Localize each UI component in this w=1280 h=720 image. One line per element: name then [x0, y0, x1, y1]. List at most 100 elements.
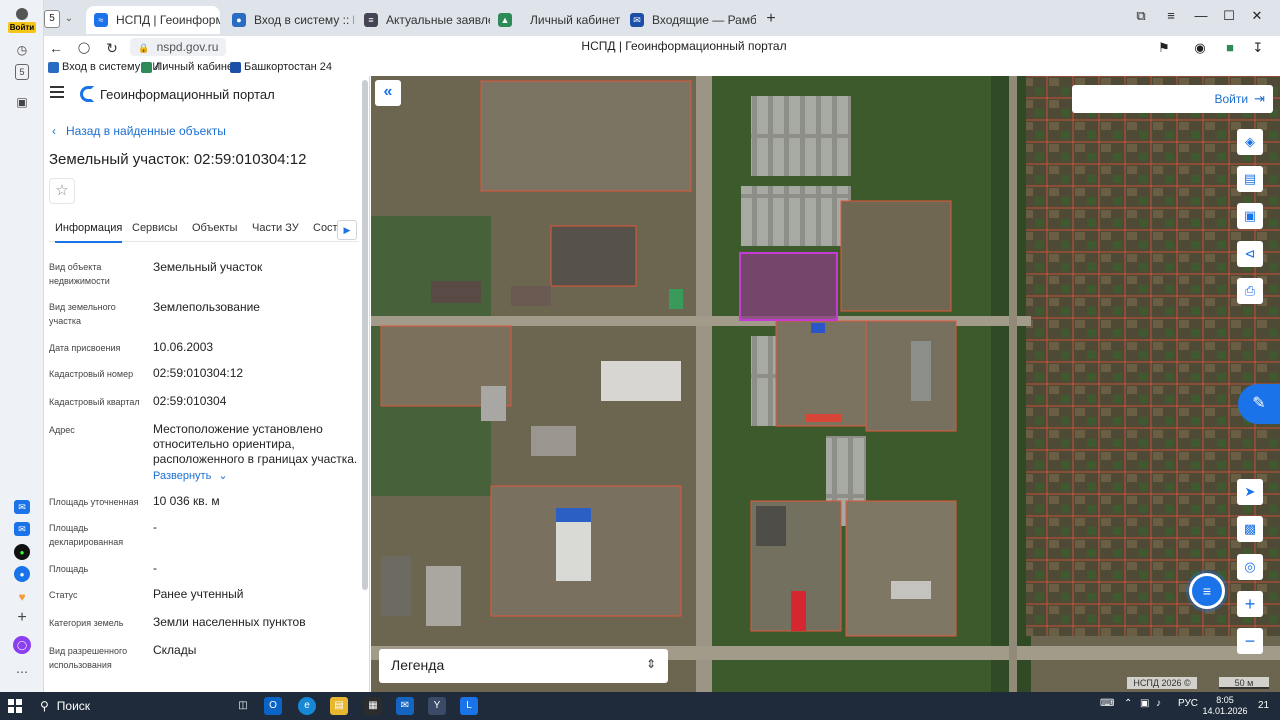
tabs-scroll-right-button[interactable]: ▶ — [337, 220, 357, 240]
collapse-panel-button[interactable]: « — [375, 80, 401, 106]
history-icon[interactable]: ◷ — [12, 40, 32, 60]
field-label: Вид разрешенного использования — [49, 646, 128, 670]
menu-icon[interactable]: ≡ — [1160, 6, 1182, 26]
back-to-results-link[interactable]: ‹ Назад в найденные объекты — [52, 124, 226, 138]
download-icon[interactable]: ↧ — [1248, 38, 1268, 58]
tab-nspd[interactable]: ≈ НСПД | Геоинформаци × — [86, 6, 220, 34]
bookmark-item[interactable]: Личный кабинет — [141, 61, 238, 73]
tab-cabinet[interactable]: ▲ Личный кабинет — [490, 6, 624, 34]
ruler-icon[interactable]: ▤ — [1237, 166, 1263, 192]
layers-icon[interactable]: ◈ — [1237, 129, 1263, 155]
field-value: Земли населенных пунктов — [153, 615, 306, 629]
add-icon[interactable]: + — [12, 608, 32, 628]
doc-favicon-icon: ≡ — [364, 13, 378, 27]
tab-counter[interactable]: 5 — [44, 10, 60, 28]
bookmark-item[interactable]: Башкортостан 24 — [230, 61, 332, 73]
yandex-browser-icon[interactable]: Y — [428, 697, 446, 715]
extension-icon[interactable]: ◉ — [1190, 38, 1210, 58]
mail-icon-2[interactable]: ✉ — [14, 522, 30, 536]
minimize-icon[interactable]: — — [1190, 6, 1212, 26]
field-value: Местоположение установлено относительно … — [153, 422, 358, 466]
yandex-icon[interactable]: ◯ — [74, 38, 94, 58]
extension-icon-2[interactable]: ■ — [1220, 38, 1240, 58]
back-icon[interactable]: ← — [46, 38, 66, 58]
navigate-icon[interactable]: ➤ — [1237, 479, 1263, 505]
field-label: Площадь уточненная — [49, 497, 139, 507]
taskbar-search[interactable]: ⚲ Поиск — [32, 692, 232, 720]
login-badge[interactable]: Войти — [8, 8, 36, 34]
chat-icon[interactable]: ≡ — [1189, 573, 1225, 609]
field-value[interactable]: 02:59:010304:12 — [153, 366, 359, 381]
field-label: Кадастровый номер — [49, 369, 134, 379]
chevron-left-icon: ‹ — [52, 124, 56, 138]
new-tab-button[interactable]: + — [762, 10, 780, 28]
mail-app-icon[interactable]: ✉ — [396, 697, 414, 715]
heart-icon[interactable]: ♥ — [12, 587, 32, 607]
field-address: Адрес Местоположение установлено относит… — [49, 422, 359, 484]
app-icon[interactable]: ● — [14, 544, 30, 560]
notification-count[interactable]: 21 — [1258, 700, 1269, 711]
field-label: Кадастровый квартал — [49, 397, 140, 407]
maximize-icon[interactable]: ☐ — [1218, 6, 1240, 26]
tab-rambler-mail[interactable]: ✉ Входящие — Рамблер/по — [622, 6, 756, 34]
outlook-icon[interactable]: O — [264, 697, 282, 715]
globe-favicon-icon: ● — [232, 13, 246, 27]
back-label: Назад в найденные объекты — [66, 124, 226, 138]
clock[interactable]: 8:05 14.01.2026 — [1200, 695, 1250, 717]
app-icon-2[interactable]: L — [460, 697, 478, 715]
assistant-icon[interactable]: ✎ — [1238, 384, 1280, 424]
url-field[interactable]: 🔒 nspd.gov.ru — [130, 38, 227, 56]
store-icon[interactable]: ▦ — [364, 697, 382, 715]
field-label: Площадь декларированная — [49, 523, 124, 547]
network-icon[interactable]: ▣ — [1140, 698, 1149, 709]
hamburger-menu-icon[interactable] — [50, 86, 64, 98]
tab-title: НСПД | Геоинформаци — [116, 13, 220, 27]
tray-expand-icon[interactable]: ⌃ — [1124, 698, 1132, 709]
field-value[interactable]: 02:59:010304 — [153, 394, 359, 409]
tab-parts[interactable]: Части ЗУ — [252, 222, 299, 234]
nspd-favicon-icon: ≈ — [94, 13, 108, 27]
close-window-icon[interactable]: ✕ — [1246, 6, 1268, 26]
favorite-star-button[interactable]: ☆ — [49, 178, 75, 204]
explorer-icon[interactable]: ▤ — [330, 697, 348, 715]
screenshot-icon[interactable]: ▣ — [12, 92, 32, 112]
share-icon[interactable]: ⊲ — [1237, 241, 1263, 267]
chevron-down-icon: ⌄ — [218, 470, 228, 482]
panel-scrollbar[interactable] — [362, 80, 368, 590]
tab-information[interactable]: Информация — [55, 222, 123, 243]
map-login-button[interactable]: Войти ⇥ — [1072, 85, 1273, 113]
chevron-down-icon[interactable]: ⌄ — [60, 10, 78, 28]
task-view-icon[interactable]: ◫ — [234, 697, 252, 715]
messenger-icon[interactable]: ● — [14, 566, 30, 582]
reload-icon[interactable]: ↻ — [102, 38, 122, 58]
edge-icon[interactable]: e — [298, 697, 316, 715]
volume-icon[interactable]: ♪ — [1156, 698, 1161, 709]
field-label: Вид объекта недвижимости — [49, 262, 110, 286]
expand-address-link[interactable]: Развернуть ⌄ — [153, 469, 228, 484]
tab-property-login[interactable]: ● Вход в систему :: Имущес — [224, 6, 354, 34]
satellite-map[interactable]: « Войти ⇥ ◈ ▤ ▣ ⊲ ⎙ ✎ ➤ ▩ ◎ ≡ + − Легенд… — [371, 76, 1280, 692]
tab-objects[interactable]: Объекты — [192, 222, 237, 234]
language-indicator[interactable]: РУС — [1178, 698, 1198, 709]
location-icon[interactable]: ◎ — [1237, 554, 1263, 580]
legend-selector[interactable]: Легенда ⇕ — [379, 649, 668, 683]
more-icon[interactable]: ⋯ — [12, 662, 32, 682]
minimap-icon[interactable]: ▩ — [1237, 516, 1263, 542]
browser-sidebar: Войти ◷ 5 ▣ ✉ ✉ ● ● ♥ + ◯ ⋯ — [0, 0, 44, 692]
zoom-in-button[interactable]: + — [1237, 591, 1263, 617]
keyboard-icon[interactable]: ⌨ — [1100, 698, 1114, 709]
mail-icon[interactable]: ✉ — [14, 500, 30, 514]
select-area-icon[interactable]: ▣ — [1237, 203, 1263, 229]
tab-title: Вход в систему :: Имущес — [254, 13, 354, 27]
tab-services[interactable]: Сервисы — [132, 222, 178, 234]
print-icon[interactable]: ⎙ — [1237, 278, 1263, 304]
tab-applications[interactable]: ≡ Актуальные заявления — [356, 6, 490, 34]
zoom-out-button[interactable]: − — [1237, 628, 1263, 654]
tab-title: Актуальные заявления — [386, 13, 490, 27]
window-sidebar-icon[interactable]: ⧉ — [1130, 6, 1152, 26]
bookmark-icon[interactable]: ⚑ — [1154, 38, 1174, 58]
alice-icon[interactable]: ◯ — [13, 636, 31, 654]
windows-start-icon[interactable] — [8, 699, 22, 713]
sidebar-badge[interactable]: 5 — [15, 64, 29, 80]
field-label: Статус — [49, 590, 78, 600]
